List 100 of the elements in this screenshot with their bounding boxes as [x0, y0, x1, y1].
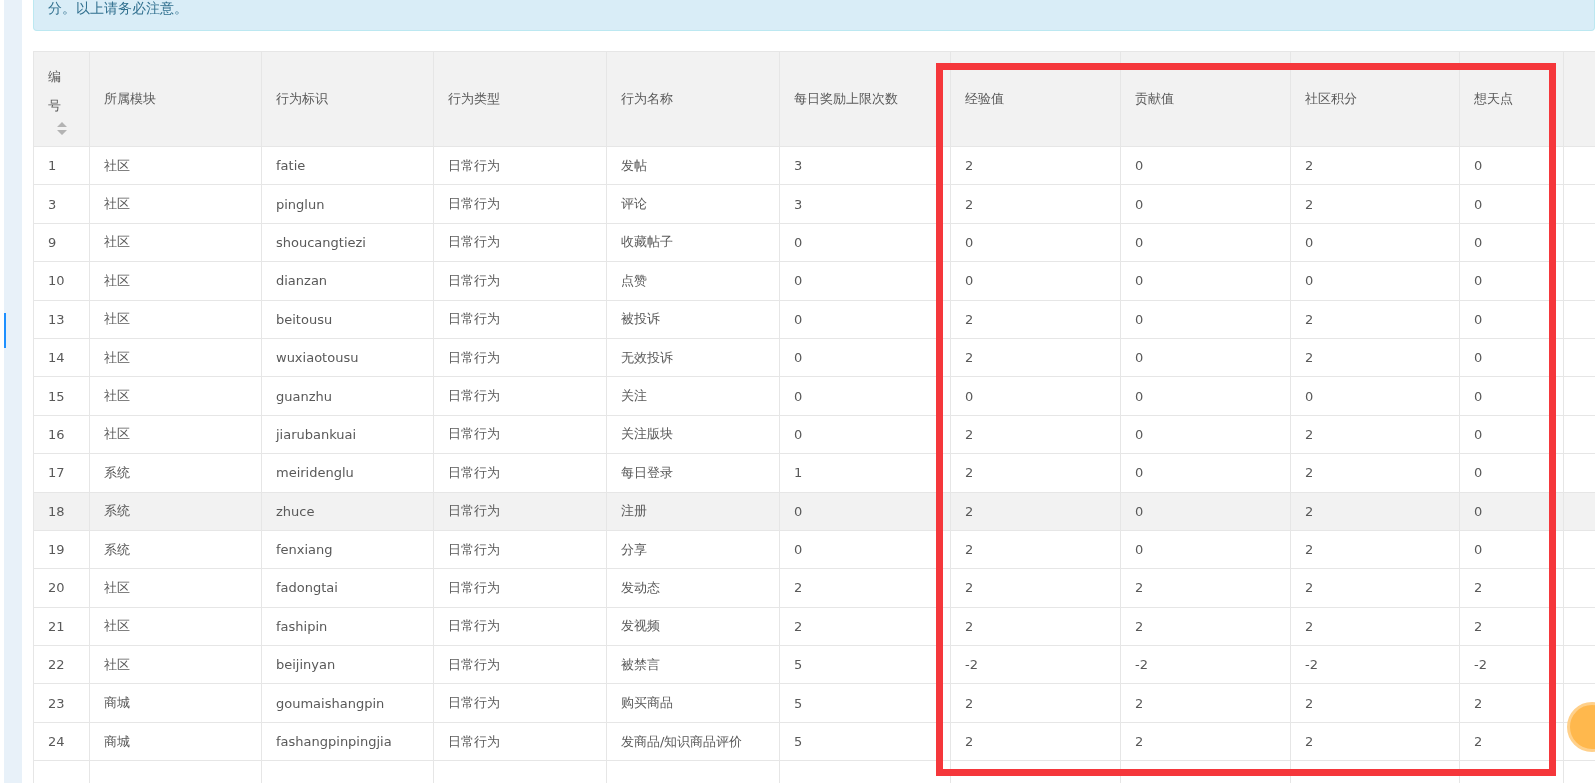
- table-cell: 2: [1291, 607, 1460, 647]
- table-cell: 社区: [90, 223, 262, 263]
- table-cell: 0: [1121, 185, 1291, 224]
- table-cell: 24: [34, 722, 90, 762]
- table-cell: 20: [34, 569, 90, 608]
- table-cell: 0: [1121, 377, 1291, 416]
- table-cell: 0: [1460, 223, 1564, 263]
- table-cell: 评论: [607, 185, 780, 224]
- table-cell: 2: [1291, 185, 1460, 224]
- table-cell: 22: [34, 646, 90, 685]
- table-cell: 23: [34, 684, 90, 723]
- table-cell: 1: [34, 147, 90, 186]
- table-cell: 10: [34, 262, 90, 301]
- table-cell: 日常行为: [434, 223, 607, 263]
- column-header: 所属模块: [90, 52, 262, 147]
- table-cell: 2: [1291, 684, 1460, 723]
- table-cell: 被禁言: [607, 646, 780, 685]
- table-cell: 2: [951, 454, 1121, 493]
- table-cell: 2: [1460, 684, 1564, 723]
- table-cell: 0: [1460, 377, 1564, 416]
- table-cell: 2: [1291, 338, 1460, 378]
- table-cell: 2: [951, 607, 1121, 647]
- table-cell: 13: [34, 300, 90, 339]
- table-cell: 社区: [90, 338, 262, 378]
- table-cell: 日常行为: [434, 607, 607, 647]
- table-cell: 日常行为: [434, 185, 607, 224]
- column-header: 行为标识: [262, 52, 434, 147]
- table-cell: 0: [1121, 262, 1291, 301]
- table-cell: 0: [1460, 530, 1564, 570]
- table-cell: 14: [34, 338, 90, 378]
- table-cell: 0: [1460, 262, 1564, 301]
- table-cell: 0: [1121, 454, 1291, 493]
- table-cell: 日常行为: [434, 300, 607, 339]
- table-cell: 社区: [90, 300, 262, 339]
- table-cell: fashangpinpingjia: [262, 722, 434, 762]
- table-cell: meiridenglu: [262, 454, 434, 493]
- table-cell: 0: [1460, 338, 1564, 378]
- table-cell: 5: [780, 684, 951, 723]
- table-cell: 无效投诉: [607, 338, 780, 378]
- table-cell: jiarubankuai: [262, 415, 434, 455]
- table-cell: 1: [780, 454, 951, 493]
- table-cell: 0: [951, 262, 1121, 301]
- table-cell: 2: [1291, 569, 1460, 608]
- table-cell: 注册: [607, 492, 780, 531]
- table-cell: 2: [1121, 722, 1291, 762]
- table-cell: 2: [780, 569, 951, 608]
- table-cell: 发视频: [607, 607, 780, 647]
- table-cell: 0: [1121, 492, 1291, 531]
- table-cell: 系统: [90, 492, 262, 531]
- table-cell: 0: [780, 338, 951, 378]
- column-header: 行为名称: [607, 52, 780, 147]
- table-cell: 0: [1291, 377, 1460, 416]
- table-cell: 5: [780, 722, 951, 762]
- table-cell: 16: [34, 415, 90, 455]
- table-cell: 社区: [90, 646, 262, 685]
- table-cell: 2: [951, 722, 1121, 762]
- table-cell: 商城: [90, 722, 262, 762]
- table-cell: 商城: [90, 684, 262, 723]
- table-cell: 2: [1291, 300, 1460, 339]
- table-cell: 2: [1291, 492, 1460, 531]
- table-cell: 2: [951, 300, 1121, 339]
- column-header[interactable]: 编号: [34, 52, 90, 147]
- table-cell: goumaishangpin: [262, 684, 434, 723]
- table-cell: 0: [1291, 223, 1460, 263]
- table-cell: 0: [1121, 147, 1291, 186]
- table-cell: 19: [34, 530, 90, 570]
- column-header: 经验值: [951, 52, 1121, 147]
- table-cell: -2: [951, 646, 1121, 685]
- table-cell: beijinyan: [262, 646, 434, 685]
- column-header: 贡献值: [1121, 52, 1291, 147]
- table-cell: -2: [1291, 646, 1460, 685]
- table-cell: guanzhu: [262, 377, 434, 416]
- column-header: 社区积分: [1291, 52, 1460, 147]
- table-cell: 日常行为: [434, 569, 607, 608]
- table-cell: 2: [1460, 607, 1564, 647]
- active-indicator: [4, 313, 6, 348]
- table-cell: 2: [951, 530, 1121, 570]
- table-cell: 2: [1121, 684, 1291, 723]
- table-cell: 0: [951, 223, 1121, 263]
- table-cell: 15: [34, 377, 90, 416]
- table-cell: shoucangtiezi: [262, 223, 434, 263]
- table-cell: 3: [780, 147, 951, 186]
- table-cell: 日常行为: [434, 722, 607, 762]
- table-cell: 0: [780, 415, 951, 455]
- table-cell: 2: [1291, 454, 1460, 493]
- table-cell: 关注版块: [607, 415, 780, 455]
- table-cell: 系统: [90, 454, 262, 493]
- table-cell: wuxiaotousu: [262, 338, 434, 378]
- table-cell: 点赞: [607, 262, 780, 301]
- table-cell: beitousu: [262, 300, 434, 339]
- table-cell: 2: [780, 607, 951, 647]
- table-cell: 被投诉: [607, 300, 780, 339]
- table-cell: 2: [1460, 722, 1564, 762]
- table-cell: 0: [1121, 338, 1291, 378]
- table-cell: 关注: [607, 377, 780, 416]
- table-cell: fashipin: [262, 607, 434, 647]
- table-cell: 日常行为: [434, 262, 607, 301]
- table-cell: 2: [951, 415, 1121, 455]
- table-cell: 3: [780, 185, 951, 224]
- table-cell: 2: [1291, 147, 1460, 186]
